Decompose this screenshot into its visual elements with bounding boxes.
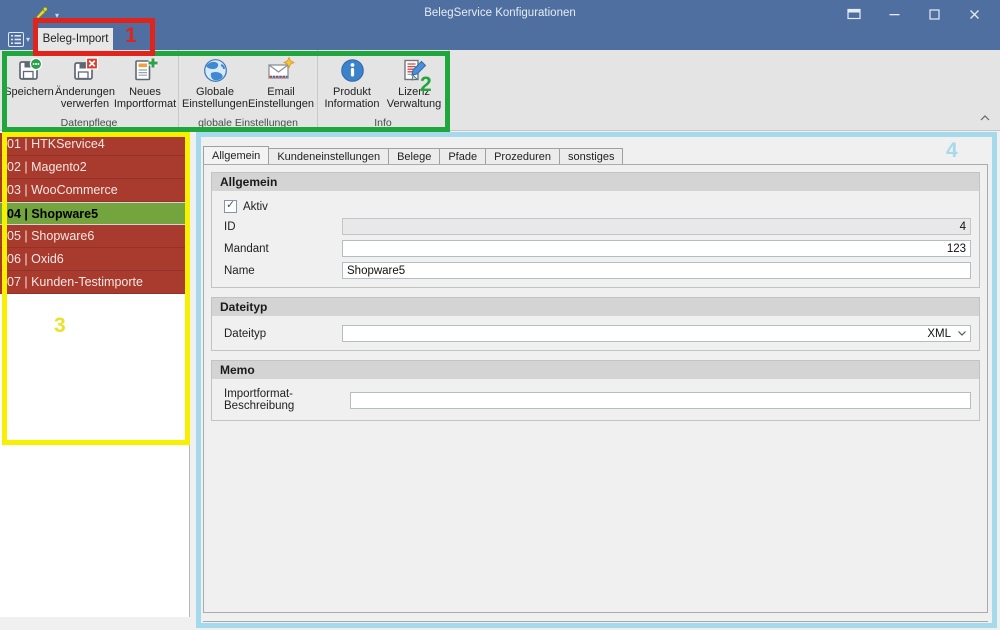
list-item-magento2[interactable]: 02 | Magento2 (0, 156, 189, 179)
tab-page-allgemein: Allgemein ✓ Aktiv ID Mandant (203, 164, 988, 613)
detail-area: Allgemein Kundeneinstellungen Belege Pfa… (196, 131, 1000, 630)
speichern-label: Speichern (4, 86, 54, 98)
list-item-kunden-testimporte[interactable]: 07 | Kunden-Testimporte (0, 271, 189, 294)
globale-einstellungen-button[interactable]: Globale Einstellungen (182, 53, 248, 110)
save-icon (16, 56, 43, 84)
aktiv-checkbox[interactable]: ✓ (224, 199, 237, 213)
importformat-beschreibung-label: Importformat-Beschreibung (224, 388, 295, 412)
group-memo: Memo Importformat-Beschreibung (211, 360, 980, 421)
email-einstellungen-button[interactable]: Email Einstellungen (248, 53, 314, 110)
close-button[interactable] (954, 0, 994, 28)
lizenz-verwaltung-label: Lizenz Verwaltung (386, 86, 442, 110)
collapse-ribbon-button[interactable] (980, 108, 990, 126)
discard-changes-icon (72, 56, 99, 84)
minimize-button[interactable] (874, 0, 914, 28)
produkt-information-label: Produkt Information (324, 86, 380, 110)
importformat-beschreibung-field[interactable] (350, 391, 971, 409)
group-allgemein: Allgemein ✓ Aktiv ID Mandant (211, 172, 980, 288)
neues-importformat-button[interactable]: Neues Importformat (113, 53, 177, 110)
bottom-divider (203, 621, 988, 622)
new-importformat-icon (132, 56, 159, 84)
list-item-shopware6[interactable]: 05 | Shopware6 (0, 225, 189, 248)
list-item-oxid6[interactable]: 06 | Oxid6 (0, 248, 189, 271)
group-dateityp: Dateityp Dateityp XML (211, 297, 980, 351)
dateityp-value: XML (927, 327, 951, 340)
email-einstellungen-label: Email Einstellungen (247, 86, 315, 110)
tab-prozeduren[interactable]: Prozeduren (485, 148, 560, 164)
appmenu-caret-icon: ▾ (26, 34, 31, 44)
id-label: ID (224, 220, 236, 233)
dateityp-label: Dateityp (224, 327, 267, 340)
maximize-button[interactable] (914, 0, 954, 28)
ribbon-group-datenpflege: Speichern Änderungen verwerfen Neues Imp… (0, 50, 179, 130)
neues-importformat-label: Neues Importformat (113, 86, 177, 110)
maximize-icon (928, 8, 940, 20)
group-memo-title: Memo (212, 361, 979, 379)
globe-icon (202, 56, 229, 84)
aenderungen-verwerfen-button[interactable]: Änderungen verwerfen (55, 53, 115, 110)
application-menu-button[interactable]: ▾ (8, 30, 34, 48)
group-label-info: Info (374, 117, 392, 129)
chevron-up-icon (980, 115, 990, 121)
checkmark-icon: ✓ (226, 199, 236, 211)
importformat-list: 01 | HTKService4 02 | Magento2 03 | WooC… (0, 131, 190, 617)
list-item-htkservice4[interactable]: 01 | HTKService4 (0, 133, 189, 156)
group-label-globale-einstellungen: globale Einstellungen (198, 117, 298, 129)
ribbon: Speichern Änderungen verwerfen Neues Imp… (0, 50, 1000, 131)
group-label-datenpflege: Datenpflege (60, 117, 118, 129)
tab-pfade[interactable]: Pfade (439, 148, 487, 164)
group-dateityp-title: Dateityp (212, 298, 979, 316)
lizenz-verwaltung-button[interactable]: Lizenz Verwaltung (383, 53, 445, 110)
titlebar: ▾ BelegService Konfigurationen (0, 0, 1000, 28)
detail-tabs: Allgemein Kundeneinstellungen Belege Pfa… (203, 146, 624, 164)
close-icon (969, 9, 979, 19)
tab-kundeneinstellungen[interactable]: Kundeneinstellungen (268, 148, 390, 164)
list-item-shopware5-selected[interactable]: 04 | Shopware5 (0, 202, 189, 225)
minimize-icon (889, 13, 899, 15)
list-menu-icon (8, 31, 24, 47)
ribbon-options-icon (847, 8, 861, 20)
tab-sonstiges[interactable]: sonstiges (558, 148, 624, 164)
ribbon-tab-row: ▾ Beleg-Import (0, 28, 1000, 50)
aktiv-label: Aktiv (243, 200, 268, 213)
name-label: Name (224, 264, 255, 277)
license-icon (401, 56, 428, 84)
id-field (342, 218, 971, 235)
ribbon-options-button[interactable] (834, 0, 874, 28)
email-icon (267, 56, 295, 84)
speichern-button[interactable]: Speichern (3, 53, 55, 98)
main-area: 01 | HTKService4 02 | Magento2 03 | WooC… (0, 131, 1000, 630)
ribbon-group-info: Produkt Information Lizenz Verwaltung In… (318, 50, 449, 130)
ribbon-group-globale-einstellungen: Globale Einstellungen Email Einstellunge… (179, 50, 318, 130)
dateityp-select[interactable]: XML (342, 325, 971, 342)
name-field[interactable] (342, 262, 971, 279)
globale-einstellungen-label: Globale Einstellungen (181, 86, 249, 110)
list-item-woocommerce[interactable]: 03 | WooCommerce (0, 179, 189, 202)
tab-belege[interactable]: Belege (388, 148, 441, 164)
aenderungen-verwerfen-label: Änderungen verwerfen (55, 86, 115, 110)
info-icon (339, 56, 366, 84)
tab-allgemein[interactable]: Allgemein (203, 146, 270, 164)
ribbon-tab-beleg-import[interactable]: Beleg-Import (38, 28, 113, 50)
chevron-down-icon (958, 331, 966, 336)
group-allgemein-title: Allgemein (212, 173, 979, 191)
mandant-field[interactable] (342, 240, 971, 257)
produkt-information-button[interactable]: Produkt Information (321, 53, 383, 110)
mandant-label: Mandant (224, 242, 269, 255)
